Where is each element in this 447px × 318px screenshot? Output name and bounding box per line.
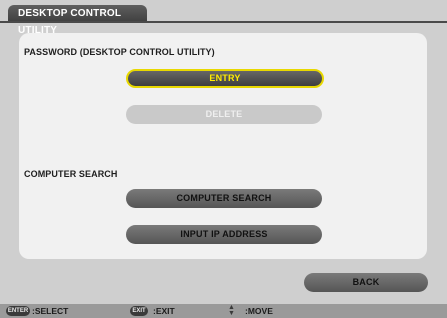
move-help-text: :MOVE: [245, 306, 273, 316]
footer-help-bar: ENTER :SELECT EXIT :EXIT ▲ ▼ :MOVE: [0, 304, 447, 318]
computer-search-button[interactable]: COMPUTER SEARCH: [126, 189, 322, 208]
input-ip-address-button[interactable]: INPUT IP ADDRESS: [126, 225, 322, 244]
title-divider: [0, 21, 447, 23]
enter-help-text: :SELECT: [32, 306, 69, 316]
window-title: DESKTOP CONTROL UTILITY: [8, 5, 147, 36]
entry-button[interactable]: ENTRY: [126, 69, 324, 88]
back-button[interactable]: BACK: [304, 273, 428, 292]
password-section-label: PASSWORD (DESKTOP CONTROL UTILITY): [24, 47, 215, 57]
exit-help-text: :EXIT: [153, 306, 175, 316]
computer-search-section-label: COMPUTER SEARCH: [24, 169, 118, 179]
desktop-control-utility-window: DESKTOP CONTROL UTILITY PASSWORD (DESKTO…: [0, 0, 447, 318]
exit-key-icon: EXIT: [130, 306, 148, 316]
delete-button[interactable]: DELETE: [126, 105, 322, 124]
up-down-arrow-icon: ▲ ▼: [228, 304, 235, 317]
enter-key-icon: ENTER: [6, 306, 30, 316]
